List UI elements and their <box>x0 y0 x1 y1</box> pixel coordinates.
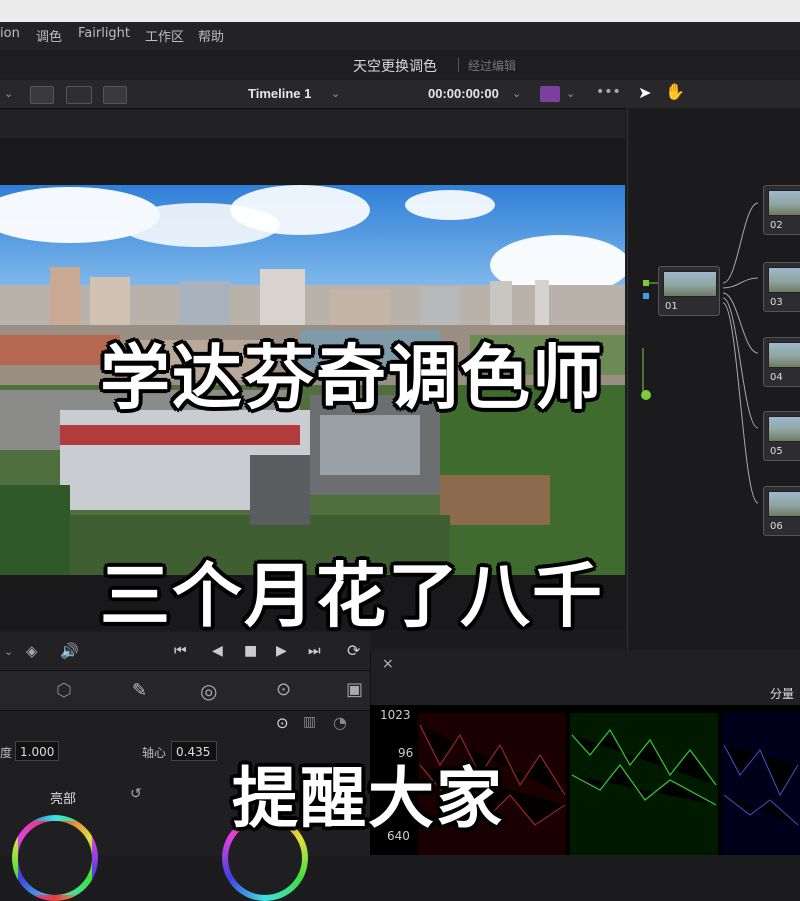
wheels-mode-icon[interactable]: ▥ <box>303 714 316 730</box>
pkv-chevron-icon[interactable]: ⌄ <box>566 87 575 100</box>
pivot-input[interactable]: 0.435 <box>171 741 217 761</box>
menu-item-help[interactable]: 帮助 <box>198 26 224 45</box>
node-thumbnail <box>663 271 717 297</box>
log-mode-icon[interactable]: ◔ <box>333 713 347 732</box>
window-top-strip <box>0 0 800 22</box>
tracker-icon[interactable]: ⊙ <box>276 679 291 700</box>
node-label: 04 <box>770 372 783 383</box>
project-status: 经过编辑 <box>468 59 517 73</box>
node-05[interactable]: 05 <box>763 411 800 461</box>
overlay-caption-line2: 三个月花了八千 <box>100 555 604 637</box>
gain-wheel-label: 亮部 <box>50 792 77 807</box>
skip-forward-icon[interactable]: ⏭ <box>308 643 321 659</box>
hand-tool-icon[interactable]: ✋ <box>665 82 685 101</box>
node-label: 05 <box>770 446 783 457</box>
chevron-down-icon[interactable]: ⌄ <box>4 645 13 658</box>
node-input-port[interactable] <box>643 280 649 286</box>
loop-icon[interactable]: ⟳ <box>347 641 360 660</box>
source-port-icon[interactable] <box>641 390 651 400</box>
node-thumbnail <box>768 267 800 293</box>
menu-item-fairlight[interactable]: Fairlight <box>78 26 130 41</box>
qualifier-eyedropper-icon[interactable]: ✎ <box>132 680 147 701</box>
hsl-icon[interactable]: ⬡ <box>56 680 72 701</box>
magic-mask-icon[interactable]: ▣ <box>346 679 363 700</box>
pkv-icon[interactable] <box>540 86 560 102</box>
grid-view-icon[interactable] <box>66 86 92 104</box>
project-title: 天空更换调色 <box>353 59 437 75</box>
menu-item-workspace[interactable]: 工作区 <box>145 26 184 45</box>
reset-icon[interactable]: ↺ <box>130 786 142 802</box>
layers-icon[interactable]: ◈ <box>26 642 38 660</box>
split-view-icon[interactable] <box>103 86 127 104</box>
more-options-icon[interactable]: ••• <box>596 84 621 100</box>
chevron-down-icon[interactable]: ⌄ <box>4 87 13 100</box>
timecode-chevron-icon[interactable]: ⌄ <box>512 87 521 100</box>
node-thumbnail <box>768 491 800 517</box>
node-label: 06 <box>770 521 783 532</box>
timeline-name[interactable]: Timeline 1 <box>248 86 311 101</box>
contrast-label: 度 <box>0 746 13 760</box>
play-icon[interactable]: ▶ <box>276 643 287 659</box>
pointer-tool-icon[interactable]: ➤ <box>638 83 651 102</box>
close-icon[interactable]: × <box>382 656 394 672</box>
node-02[interactable]: 02 <box>763 185 800 235</box>
node-03[interactable]: 03 <box>763 262 800 312</box>
scope-title[interactable]: 分量 <box>770 685 794 702</box>
node-thumbnail <box>768 342 800 368</box>
node-thumbnail <box>768 416 800 442</box>
pivot-label: 轴心 <box>142 746 167 760</box>
timecode-display[interactable]: 00:00:00:00 <box>428 86 499 101</box>
single-viewer-icon[interactable] <box>30 86 54 104</box>
window-icon[interactable]: ◎ <box>200 679 217 703</box>
timeline-chevron-icon[interactable]: ⌄ <box>331 87 340 100</box>
overlay-caption-line1: 学达芬奇调色师 <box>100 337 604 419</box>
node-label: 03 <box>770 297 783 308</box>
node-input-port[interactable] <box>643 293 649 299</box>
node-01[interactable]: 01 <box>658 266 720 316</box>
menu-item-color[interactable]: 调色 <box>36 26 62 45</box>
contrast-input[interactable]: 1.000 <box>15 741 59 761</box>
node-label: 01 <box>665 301 678 312</box>
viewer-header-strip <box>0 110 625 138</box>
node-thumbnail <box>768 190 800 216</box>
overlay-caption-line3: 提醒大家 <box>232 760 504 837</box>
stop-icon[interactable]: ■ <box>244 643 257 659</box>
menu-item-partial[interactable]: ion <box>0 26 20 41</box>
project-separator <box>458 58 459 72</box>
node-04[interactable]: 04 <box>763 337 800 387</box>
scope-scale-label: 1023 <box>380 708 411 722</box>
volume-icon[interactable]: 🔊 <box>60 642 79 660</box>
bars-mode-icon[interactable]: ⊙ <box>276 714 289 732</box>
node-label: 02 <box>770 220 783 231</box>
reverse-icon[interactable]: ◀ <box>212 643 223 659</box>
scope-header <box>370 650 800 705</box>
gain-wheel-center <box>18 821 92 895</box>
skip-back-icon[interactable]: ⏮ <box>174 643 187 659</box>
node-06[interactable]: 06 <box>763 486 800 536</box>
